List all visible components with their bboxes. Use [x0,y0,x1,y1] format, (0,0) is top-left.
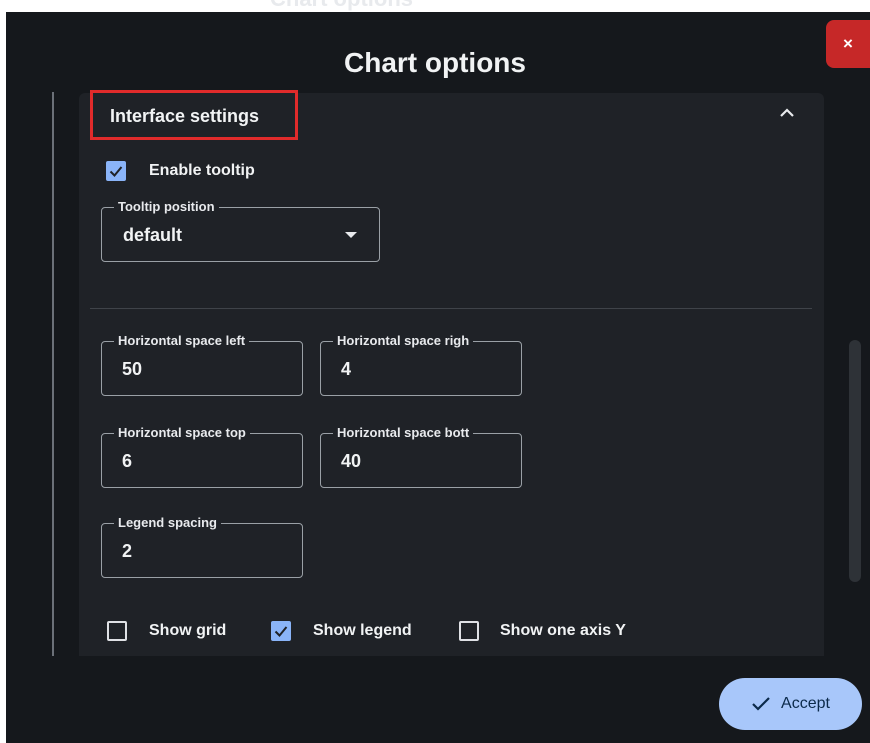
horizontal-space-top-label: Horizontal space top [114,425,250,441]
check-icon [274,626,288,637]
enable-tooltip-label: Enable tooltip [149,162,255,179]
enable-tooltip-checkbox[interactable] [106,161,126,181]
vertical-divider [52,92,54,656]
check-icon [109,166,123,177]
horizontal-space-left-label: Horizontal space left [114,333,250,349]
horizontal-space-right-field[interactable]: Horizontal space righ 4 [320,333,522,396]
horizontal-space-left-field[interactable]: Horizontal space left 50 [101,333,303,396]
show-one-axis-y-label: Show one axis Y [500,622,626,639]
show-one-axis-y-checkbox[interactable] [459,621,479,641]
show-grid-label: Show grid [149,622,227,639]
dropdown-arrow-icon [345,232,357,238]
legend-spacing-value[interactable]: 2 [122,541,132,562]
horizontal-space-right-value[interactable]: 4 [341,359,351,380]
horizontal-space-bottom-field[interactable]: Horizontal space bott 40 [320,425,522,488]
horizontal-space-bottom-label: Horizontal space bott [333,425,474,441]
tooltip-position-label: Tooltip position [114,199,219,215]
show-grid-checkbox[interactable] [107,621,127,641]
horizontal-space-left-value[interactable]: 50 [122,359,142,380]
chevron-up-icon[interactable] [778,107,796,119]
section-header[interactable]: Interface settings [90,90,298,140]
tooltip-position-value: default [123,225,183,245]
show-legend-checkbox[interactable] [271,621,291,641]
legend-spacing-label: Legend spacing [114,515,221,531]
scrollbar[interactable] [849,340,861,582]
accept-button[interactable]: Accept [719,678,862,730]
horizontal-space-top-field[interactable]: Horizontal space top 6 [101,425,303,488]
horizontal-space-top-value[interactable]: 6 [122,451,132,472]
section-divider [90,308,812,309]
section-title: Interface settings [110,106,260,126]
check-icon [752,697,770,711]
show-legend-label: Show legend [313,622,412,639]
legend-spacing-field[interactable]: Legend spacing 2 [101,515,303,578]
dialog-title: Chart options [344,47,526,78]
partial-heading: Chart options [270,0,530,12]
horizontal-space-bottom-value[interactable]: 40 [341,451,361,472]
tooltip-position-select[interactable]: Tooltip position default [101,199,380,262]
accept-label: Accept [781,695,830,712]
horizontal-space-right-label: Horizontal space righ [333,333,474,349]
